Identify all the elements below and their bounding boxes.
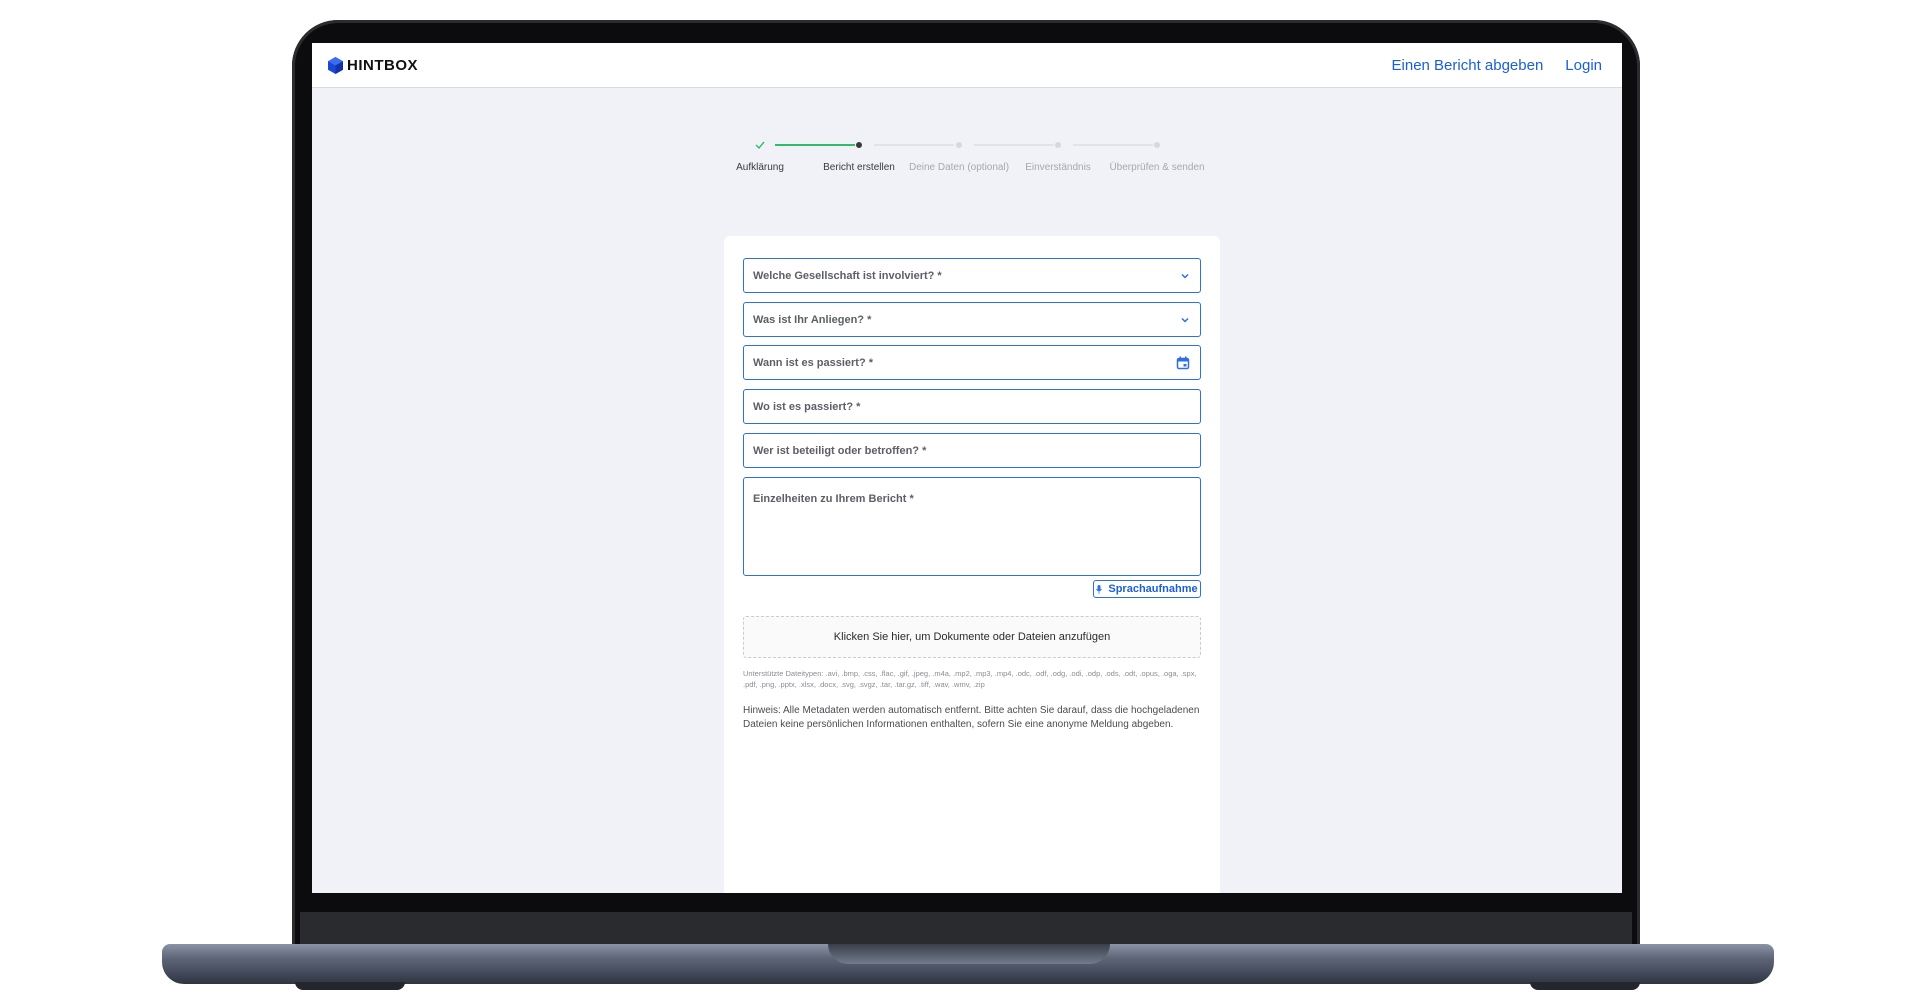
step-label-5: Überprüfen & senden (1109, 162, 1205, 173)
step-3-dot (952, 138, 966, 152)
supported-filetypes: Unterstützte Dateitypen: .avi, .bmp, .cs… (743, 669, 1197, 689)
step-2-dot (852, 138, 866, 152)
brand[interactable]: HINTBOX (328, 56, 418, 74)
location-input-label: Wo ist es passiert? * (753, 400, 861, 413)
company-select[interactable]: Welche Gesellschaft ist involviert? * (743, 258, 1201, 293)
voice-recording-button[interactable]: Sprachaufnahme (1093, 580, 1201, 598)
involved-input[interactable]: Wer ist beteiligt oder betroffen? * (743, 433, 1201, 468)
microphone-icon (1096, 584, 1103, 594)
screen: HINTBOX Einen Bericht abgeben Login Aufk… (312, 43, 1622, 893)
step-4-dot (1051, 138, 1065, 152)
check-icon (755, 141, 765, 149)
chevron-down-icon (1181, 273, 1189, 279)
laptop-foot-left (295, 982, 405, 990)
step-connector-4 (1073, 144, 1153, 146)
file-dropzone[interactable]: Klicken Sie hier, um Dokumente oder Date… (743, 616, 1201, 658)
laptop-chin (300, 912, 1632, 944)
concern-select-label: Was ist Ihr Anliegen? * (753, 313, 872, 326)
calendar-icon[interactable] (1176, 356, 1190, 370)
dropzone-label: Klicken Sie hier, um Dokumente oder Date… (833, 631, 1111, 643)
top-bar: HINTBOX Einen Bericht abgeben Login (312, 43, 1622, 88)
concern-select[interactable]: Was ist Ihr Anliegen? * (743, 302, 1201, 337)
progress-stepper: Aufklärung Bericht erstellen Deine Daten… (736, 138, 1302, 188)
hintbox-logo-icon (328, 56, 343, 74)
report-form-card: Welche Gesellschaft ist involviert? * Wa… (724, 236, 1220, 893)
date-field[interactable]: Wann ist es passiert? * (743, 345, 1201, 380)
login-link[interactable]: Login (1565, 57, 1602, 74)
submit-report-link[interactable]: Einen Bericht abgeben (1392, 57, 1544, 74)
step-5-dot (1150, 138, 1164, 152)
involved-input-label: Wer ist beteiligt oder betroffen? * (753, 444, 927, 457)
metadata-hint: Hinweis: Alle Metadaten werden automatis… (743, 705, 1200, 730)
date-field-label: Wann ist es passiert? * (753, 356, 874, 369)
laptop-notch (828, 944, 1110, 964)
details-textarea[interactable]: Einzelheiten zu Ihrem Bericht * (743, 477, 1201, 576)
company-select-label: Welche Gesellschaft ist involviert? * (753, 269, 942, 282)
laptop-foot-right (1530, 982, 1640, 990)
chevron-down-icon (1181, 317, 1189, 323)
top-nav: Einen Bericht abgeben Login (1392, 57, 1602, 74)
location-input[interactable]: Wo ist es passiert? * (743, 389, 1201, 424)
step-connector-1 (775, 144, 855, 146)
step-1-check (753, 138, 767, 152)
brand-name: HINTBOX (347, 56, 418, 74)
step-connector-3 (974, 144, 1054, 146)
voice-recording-label: Sprachaufnahme (1108, 583, 1198, 595)
details-textarea-label: Einzelheiten zu Ihrem Bericht * (753, 493, 914, 505)
step-connector-2 (874, 144, 954, 146)
